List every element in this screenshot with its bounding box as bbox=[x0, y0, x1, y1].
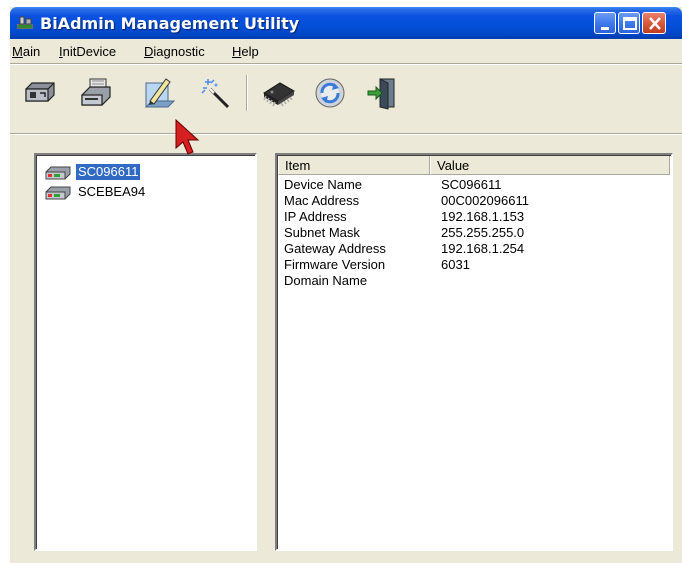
row-value: 255.255.255.0 bbox=[441, 225, 525, 240]
device-label: SC096611 bbox=[74, 163, 142, 181]
column-header-item[interactable]: Item bbox=[278, 156, 430, 175]
refresh-button[interactable] bbox=[308, 71, 352, 115]
row-item: Firmware Version bbox=[284, 257, 386, 272]
column-header-value[interactable]: Value bbox=[430, 156, 670, 175]
table-row[interactable]: IP Address 192.168.1.153 bbox=[277, 209, 669, 225]
column-header-value-label: Value bbox=[437, 158, 470, 173]
menu-help[interactable]: Help bbox=[232, 44, 259, 59]
row-item: Gateway Address bbox=[284, 241, 386, 256]
card-reader-icon bbox=[81, 78, 111, 106]
edit-config-icon bbox=[144, 78, 176, 108]
exit-button[interactable] bbox=[360, 71, 404, 115]
device-label: SCEBEA94 bbox=[78, 184, 146, 199]
device-item[interactable]: SC096611 bbox=[44, 163, 244, 181]
app-icon bbox=[16, 15, 34, 31]
app-window: BiAdmin Management Utility Main InitDevi… bbox=[10, 7, 682, 563]
table-row[interactable]: Gateway Address 192.168.1.254 bbox=[277, 241, 669, 257]
toolbar-separator bbox=[246, 75, 248, 111]
menu-initdevice[interactable]: InitDevice bbox=[59, 44, 116, 59]
magic-wand-icon bbox=[201, 79, 230, 109]
card-reader-button[interactable] bbox=[74, 71, 118, 115]
row-item: Domain Name bbox=[284, 273, 368, 288]
title-bar[interactable]: BiAdmin Management Utility bbox=[10, 7, 682, 39]
toolbar bbox=[10, 65, 682, 129]
minimize-button[interactable] bbox=[594, 12, 616, 34]
table-row[interactable]: Firmware Version 6031 bbox=[277, 257, 669, 273]
row-value: SC096611 bbox=[441, 177, 502, 192]
menu-diagnostic[interactable]: Diagnostic bbox=[144, 44, 205, 59]
edit-config-button[interactable] bbox=[136, 71, 180, 115]
row-value: 00C002096611 bbox=[441, 193, 529, 208]
device-item[interactable]: SCEBEA94 bbox=[44, 183, 244, 201]
table-row[interactable]: Domain Name bbox=[277, 273, 669, 289]
menu-bar: Main InitDevice Diagnostic Help bbox=[10, 39, 682, 63]
menu-diagnostic-rest: iagnostic bbox=[153, 44, 205, 59]
device-icon bbox=[45, 166, 71, 180]
chip-icon bbox=[263, 82, 295, 107]
menu-help-rest: elp bbox=[241, 44, 259, 59]
network-device-button[interactable] bbox=[18, 71, 62, 115]
row-item: Mac Address bbox=[284, 193, 360, 208]
chip-button[interactable] bbox=[256, 71, 300, 115]
menu-main-rest: ain bbox=[22, 44, 41, 59]
row-item: Subnet Mask bbox=[284, 225, 360, 240]
row-item: Device Name bbox=[284, 177, 363, 192]
details-list[interactable]: Item Value Device Name SC096611 Mac Addr… bbox=[275, 153, 673, 551]
table-row[interactable]: Subnet Mask 255.255.255.0 bbox=[277, 225, 669, 241]
window-title: BiAdmin Management Utility bbox=[40, 14, 300, 33]
table-row[interactable]: Device Name SC096611 bbox=[277, 177, 669, 193]
network-device-icon bbox=[25, 82, 55, 102]
magic-wand-button[interactable] bbox=[194, 71, 238, 115]
row-value: 192.168.1.153 bbox=[441, 209, 525, 224]
close-button[interactable] bbox=[642, 12, 666, 34]
menu-main[interactable]: Main bbox=[12, 44, 40, 59]
device-icon bbox=[45, 186, 71, 200]
column-header-item-label: Item bbox=[285, 158, 311, 173]
menu-main-accel: M bbox=[12, 44, 23, 59]
refresh-icon bbox=[315, 78, 345, 108]
menu-initdevice-rest: nitDevice bbox=[62, 44, 117, 59]
list-header: Item Value bbox=[278, 156, 670, 175]
menu-help-accel: H bbox=[232, 44, 242, 59]
row-item: IP Address bbox=[284, 209, 347, 224]
device-list[interactable]: SC096611 SCEBEA94 bbox=[34, 153, 257, 551]
row-value: 192.168.1.254 bbox=[441, 241, 525, 256]
mouse-cursor-icon bbox=[170, 118, 210, 165]
exit-door-icon bbox=[367, 78, 395, 110]
menu-diagnostic-accel: D bbox=[144, 44, 154, 59]
maximize-button[interactable] bbox=[618, 12, 640, 34]
toolbar-separator-bottom bbox=[10, 133, 682, 135]
row-value: 6031 bbox=[441, 257, 470, 272]
table-row[interactable]: Mac Address 00C002096611 bbox=[277, 193, 669, 209]
